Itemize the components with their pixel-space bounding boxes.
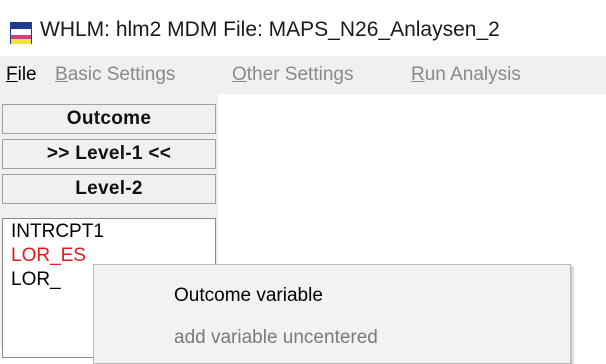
title-bar: WHLM: hlm2 MDM File: MAPS_N26_Anlaysen_2 xyxy=(0,0,606,56)
window-title: WHLM: hlm2 MDM File: MAPS_N26_Anlaysen_2 xyxy=(40,18,500,41)
context-menu-add-variable-uncentered[interactable]: add variable uncentered xyxy=(174,327,378,349)
context-menu-outcome-variable[interactable]: Outcome variable xyxy=(174,285,323,307)
variable-item-intrcpt1[interactable]: INTRCPT1 xyxy=(11,221,104,243)
menu-other-settings[interactable]: Other Settings xyxy=(232,64,353,86)
menu-basic-settings[interactable]: Basic Settings xyxy=(55,64,175,86)
menu-run-analysis[interactable]: Run Analysis xyxy=(411,64,521,86)
context-menu: Outcome variable add variable uncentered xyxy=(93,264,571,364)
variable-item-lor-es[interactable]: LOR_ES xyxy=(11,245,86,267)
outcome-button[interactable]: Outcome xyxy=(2,104,216,134)
variable-item-lor[interactable]: LOR_ xyxy=(11,269,61,291)
menu-bar: File Basic Settings Other Settings Run A… xyxy=(0,56,606,94)
level-2-button[interactable]: Level-2 xyxy=(2,174,216,204)
level-1-button[interactable]: >> Level-1 << xyxy=(2,139,216,169)
menu-file[interactable]: File xyxy=(6,64,37,86)
hlm-app-icon[interactable] xyxy=(10,22,32,44)
